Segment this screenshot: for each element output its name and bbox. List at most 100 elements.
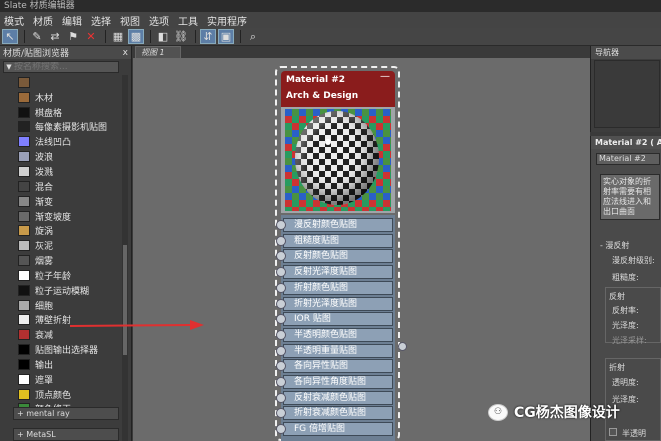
section-diffuse[interactable]: - 漫反射 [600, 240, 629, 251]
layout-children-icon[interactable]: ▣ [218, 29, 234, 44]
input-socket[interactable] [276, 220, 286, 230]
browser-close-icon[interactable]: x [123, 48, 128, 58]
node-input-slot[interactable]: 漫反射颜色贴图 [276, 218, 393, 232]
map-list-item[interactable]: 波浪 [18, 149, 122, 164]
node-input-slot[interactable]: IOR 贴图 [276, 312, 393, 327]
node-input-slot[interactable]: 折射光泽度贴图 [276, 296, 393, 311]
node-input-slot[interactable]: 半透明颜色贴图 [276, 327, 393, 342]
put-to-scene-icon[interactable]: ⇄ [47, 29, 63, 44]
browser-header: 材质/贴图浏览器 x [0, 46, 131, 59]
menu-item[interactable]: 模式 [4, 13, 24, 28]
node-input-slot[interactable]: 反射光泽度贴图 [276, 265, 393, 280]
rollout-mental-ray[interactable]: + mental ray [13, 407, 119, 420]
node-input-slot[interactable]: 半透明重量贴图 [276, 343, 393, 358]
menu-item[interactable]: 选项 [149, 13, 169, 28]
map-list-item[interactable]: 粒子运动模糊 [18, 283, 122, 298]
input-socket[interactable] [276, 361, 286, 372]
node-input-slot[interactable]: 各向异性角度贴图 [276, 375, 393, 389]
input-socket[interactable] [276, 251, 286, 262]
map-list-item[interactable]: 粒子年龄 [18, 268, 122, 283]
map-list-item[interactable]: 顶点颜色 [18, 387, 122, 402]
pick-material-icon[interactable]: ✎ [29, 29, 45, 44]
output-socket[interactable] [398, 342, 407, 351]
material-node[interactable]: Material #2 Arch & Design — 漫反射颜色贴图粗糙度贴图… [275, 66, 400, 441]
watermark-text: CG杨杰图像设计 [514, 405, 620, 421]
input-socket[interactable] [276, 298, 286, 309]
map-swatch-icon [18, 240, 30, 252]
input-socket[interactable] [276, 329, 286, 340]
map-item-label: 泼溅 [35, 167, 54, 178]
slot-label: 反射颜色贴图 [294, 251, 349, 262]
watermark: ⚇ CG杨杰图像设计 [488, 402, 620, 422]
show-background-icon[interactable]: ◧ [155, 29, 171, 44]
slot-label: 反射衰减颜色贴图 [294, 392, 367, 403]
map-list-item[interactable]: 渐变 [18, 194, 122, 209]
move-children-icon[interactable]: ▦ [110, 29, 126, 44]
map-list-item[interactable] [18, 75, 122, 90]
input-socket[interactable] [276, 345, 286, 356]
map-swatch-icon [18, 284, 30, 296]
input-socket[interactable] [276, 267, 286, 278]
node-input-slot[interactable]: FG 倍增贴图 [276, 422, 393, 437]
node-input-slot[interactable]: 反射衰减颜色贴图 [276, 390, 393, 405]
map-list-item[interactable]: 木材 [18, 90, 122, 105]
delete-icon[interactable]: ✕ [83, 29, 99, 44]
map-list-item[interactable]: 渐变坡度 [18, 209, 122, 224]
input-socket[interactable] [276, 282, 286, 293]
input-socket[interactable] [276, 424, 286, 435]
select-tool-icon[interactable]: ↖ [2, 29, 18, 44]
slot-label: 折射颜色贴图 [294, 282, 349, 293]
material-id-icon[interactable]: ⛓ [173, 29, 189, 44]
menu-item[interactable]: 视图 [120, 13, 140, 28]
input-socket[interactable] [276, 377, 286, 387]
map-swatch-icon [18, 299, 30, 311]
menu-item[interactable]: 选择 [91, 13, 111, 28]
zoom-extents-icon[interactable]: ⌕ [245, 29, 261, 44]
menu-item[interactable]: 工具 [178, 13, 198, 28]
slot-label: 漫反射颜色贴图 [294, 220, 358, 230]
scrollbar-thumb[interactable] [123, 245, 127, 355]
map-list-item[interactable]: 遮罩 [18, 372, 122, 387]
map-list-item[interactable]: 泼溅 [18, 164, 122, 179]
input-socket[interactable] [276, 392, 286, 403]
search-input[interactable] [14, 62, 114, 72]
node-input-slot[interactable]: 反射颜色贴图 [276, 249, 393, 264]
input-socket[interactable] [276, 408, 286, 419]
menu-item[interactable]: 编辑 [62, 13, 82, 28]
layout-all-icon[interactable]: ⇵ [200, 29, 216, 44]
node-input-slot[interactable]: 各向异性贴图 [276, 359, 393, 374]
map-item-label: 灰泥 [35, 242, 54, 253]
menu-item[interactable]: 实用程序 [207, 13, 247, 28]
browser-scrollbar[interactable] [122, 75, 128, 441]
node-input-slot[interactable]: 折射颜色贴图 [276, 280, 393, 295]
map-list-item[interactable]: 棋盘格 [18, 105, 122, 120]
map-list-item[interactable]: 输出 [18, 357, 122, 372]
map-list-item[interactable]: 每像素摄影机贴图 [18, 120, 122, 135]
material-name-field[interactable]: Material #2 [596, 153, 660, 165]
navigator-view[interactable] [594, 60, 660, 128]
collapse-icon[interactable]: — [380, 71, 390, 82]
browser-title: 材质/贴图浏览器 [3, 49, 70, 59]
node-input-slot[interactable]: 折射衰减颜色贴图 [276, 406, 393, 421]
tab-view-1[interactable]: 视图 1 [135, 46, 181, 58]
node-header[interactable]: Material #2 Arch & Design — [281, 71, 395, 107]
rollout-metasl[interactable]: + MetaSL [13, 428, 119, 441]
search-options-icon[interactable]: ▼ [4, 63, 14, 71]
node-input-slot[interactable]: 粗糙度贴图 [276, 233, 393, 248]
transparency-label: 透明度: [612, 378, 639, 387]
menu-item[interactable]: 材质 [33, 13, 53, 28]
wechat-logo-icon: ⚇ [488, 403, 508, 421]
translucency-checkbox[interactable] [609, 428, 617, 436]
map-item-label: 薄壁折射 [35, 316, 72, 327]
input-socket[interactable] [276, 314, 286, 325]
map-list-item[interactable]: 灰泥 [18, 238, 122, 253]
input-socket[interactable] [276, 235, 286, 246]
map-list-item[interactable]: 烟雾 [18, 253, 122, 268]
show-map-in-viewport-icon[interactable]: ▩ [128, 29, 144, 44]
assign-material-icon[interactable]: ⚑ [65, 29, 81, 44]
map-list-item[interactable]: 贴图输出选择器 [18, 342, 122, 357]
map-list-item[interactable]: 法线凹凸 [18, 134, 122, 149]
map-list-item[interactable]: 旋涡 [18, 223, 122, 238]
map-list-item[interactable]: 细胞 [18, 298, 122, 313]
map-list-item[interactable]: 混合 [18, 179, 122, 194]
